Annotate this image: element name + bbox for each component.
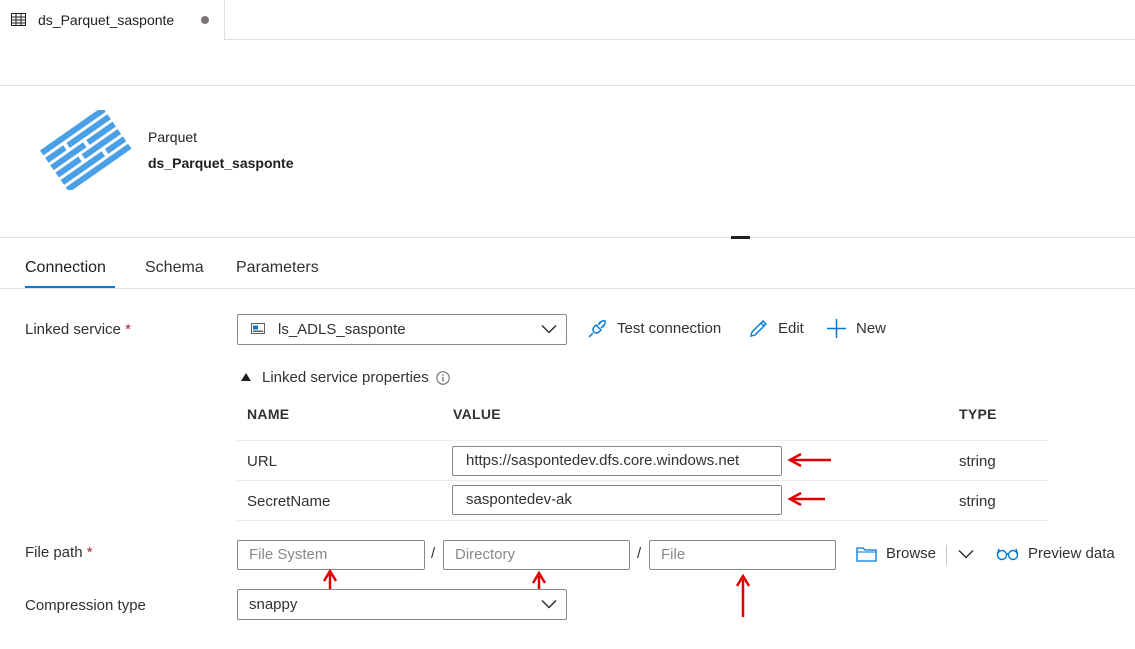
new-linked-service-button[interactable]: New [826,318,886,339]
table-grid-icon [11,13,26,26]
secret-name-input[interactable]: saspontedev-ak [452,485,782,515]
glasses-icon [996,548,1019,560]
compression-type-value: snappy [249,596,298,613]
chevron-down-icon [541,324,557,334]
column-header-type: TYPE [959,406,997,422]
linked-service-dropdown[interactable]: ls_ADLS_sasponte [237,314,567,345]
tab-schema[interactable]: Schema [145,259,204,277]
folder-icon [856,546,877,562]
document-tab-title: ds_Parquet_sasponte [38,12,175,28]
pencil-icon [750,320,767,337]
split-divider [946,545,947,565]
preview-data-button[interactable]: Preview data [996,545,1115,562]
file-path-label: File path * [25,544,93,561]
chevron-down-icon [541,599,557,609]
path-separator: / [637,545,642,562]
linked-service-value: ls_ADLS_sasponte [278,321,406,338]
column-header-name: NAME [247,406,290,422]
info-icon[interactable] [436,370,450,385]
table-divider [237,480,1048,481]
tab-connection[interactable]: Connection [25,259,106,277]
file-input[interactable]: File [649,540,836,570]
annotation-arrow-up-icon [735,573,751,617]
document-tab-bar: ds_Parquet_sasponte [0,0,1135,40]
compression-type-dropdown[interactable]: snappy [237,589,567,620]
url-input[interactable]: https://saspontedev.dfs.core.windows.net [452,446,782,476]
plug-icon [588,320,606,338]
property-type-secret: string [959,493,996,510]
property-type-url: string [959,453,996,470]
linked-service-properties-toggle[interactable]: Linked service properties [241,369,450,386]
divider [0,85,1135,86]
tab-parameters[interactable]: Parameters [236,259,319,277]
dataset-name: ds_Parquet_sasponte [148,155,294,171]
parquet-dataset-icon [39,110,132,190]
test-connection-button[interactable]: Test connection [587,318,721,339]
directory-input[interactable]: Directory [443,540,630,570]
collapse-triangle-icon [241,373,251,381]
document-tab[interactable]: ds_Parquet_sasponte [0,0,225,40]
table-divider [237,440,1048,441]
compression-type-label: Compression type [25,597,146,614]
panel-divider [0,237,1135,238]
column-header-value: VALUE [453,406,501,422]
unsaved-indicator [201,16,209,24]
annotation-arrow-left-icon [787,452,831,468]
file-system-input[interactable]: File System [237,540,425,570]
annotation-arrow-left-icon [787,491,825,507]
property-name-url: URL [247,453,278,470]
dataset-type: Parquet [148,129,198,145]
tabs-divider [0,288,1135,289]
browse-button[interactable]: Browse [856,545,936,562]
plus-icon [827,319,846,338]
linked-service-label: Linked service * [25,321,131,338]
storage-account-icon [251,323,265,334]
path-separator: / [431,545,436,562]
panel-resize-handle[interactable] [731,236,750,239]
edit-button[interactable]: Edit [748,318,804,339]
table-divider [237,520,1048,521]
property-name-secret: SecretName [247,493,331,510]
browse-options-chevron-icon[interactable] [958,549,974,559]
